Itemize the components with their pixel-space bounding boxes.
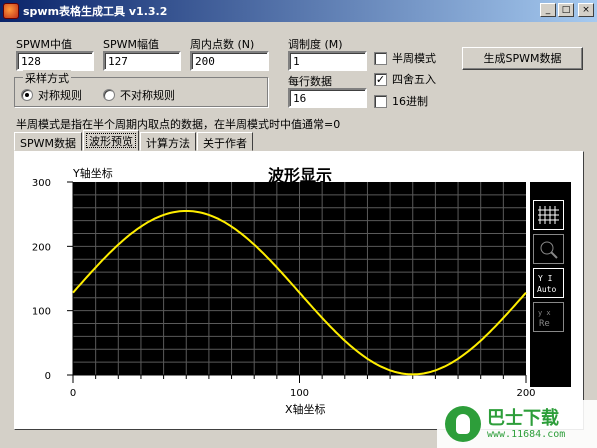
asym-radio[interactable]: 不对称规则 (103, 87, 175, 103)
zoom-icon[interactable] (533, 234, 564, 264)
minimize-button[interactable]: _ (540, 3, 556, 17)
perline-field[interactable]: 16 (288, 88, 367, 108)
generate-button[interactable]: 生成SPWM数据 (462, 47, 583, 70)
close-button[interactable]: × (578, 3, 594, 17)
svg-text:Re: Re (539, 319, 550, 329)
sym-radio[interactable]: 对称规则 (21, 87, 82, 103)
sampling-legend: 采样方式 (23, 70, 71, 86)
y-reset-icon[interactable]: y x Re (533, 302, 564, 332)
asym-radio-dot (103, 89, 115, 101)
watermark-title: 巴士下载 (487, 407, 559, 429)
tab-about-author[interactable]: 关于作者 (196, 132, 253, 151)
round-checkbox[interactable]: ✓ 四舍五入 (374, 71, 436, 87)
maximize-button[interactable]: □ (558, 3, 574, 17)
waveform-chart: 0 100 200 300 0 100 200 (32, 178, 536, 399)
amp-field[interactable]: 127 (103, 51, 181, 71)
tab-spwm-data[interactable]: SPWM数据 (14, 132, 82, 151)
asym-radio-label: 不对称规则 (120, 89, 175, 102)
hint-text: 半周模式是指在半个周期内取点的数据，在半周模式时中值通常=0 (16, 118, 341, 131)
tab-bar: SPWM数据 波形预览 计算方法 关于作者 (14, 130, 254, 151)
half-mode-box (374, 51, 387, 65)
mod-field[interactable]: 1 (288, 51, 367, 71)
round-label: 四舍五入 (392, 73, 436, 86)
half-mode-checkbox[interactable]: 半周模式 (374, 50, 436, 66)
hex-label: 16进制 (392, 95, 428, 108)
x-tick-label: 0 (70, 388, 76, 399)
watermark: 巴士下载 www.11684.com (437, 400, 597, 448)
y-auto-icon[interactable]: Y I Auto (533, 268, 564, 298)
points-label: 周内点数 (N) (190, 38, 255, 51)
tab-calc-method[interactable]: 计算方法 (139, 132, 196, 151)
points-field[interactable]: 200 (190, 51, 269, 71)
y-tick-label: 100 (32, 307, 51, 318)
mod-label: 调制度 (M) (288, 38, 343, 51)
sym-radio-label: 对称规则 (38, 89, 82, 102)
svg-text:Auto: Auto (537, 285, 556, 294)
waveform-panel: 波形显示 Y轴坐标 X轴坐标 0 100 200 300 0 100 200 Y I Auto… (14, 151, 584, 430)
chart-toolbar: Y I Auto y x Re (530, 182, 571, 387)
y-tick-label: 200 (32, 242, 51, 253)
grid-icon[interactable] (533, 200, 564, 230)
tab-waveform-preview[interactable]: 波形预览 (82, 130, 139, 151)
sym-radio-dot (21, 89, 33, 101)
y-tick-label: 300 (32, 178, 51, 189)
svg-text:y x: y x (538, 309, 551, 317)
window-title: spwm表格生成工具 v1.3.2 (23, 5, 168, 18)
app-icon (3, 3, 19, 19)
svg-text:Y I: Y I (538, 274, 553, 283)
half-mode-label: 半周模式 (392, 52, 436, 65)
perline-label: 每行数据 (288, 75, 332, 88)
watermark-logo-icon (445, 406, 481, 442)
y-tick-label: 0 (45, 371, 51, 382)
x-tick-label: 200 (516, 388, 535, 399)
amp-label: SPWM幅值 (103, 38, 159, 51)
title-bar: spwm表格生成工具 v1.3.2 _ □ × (0, 0, 597, 22)
center-field[interactable]: 128 (16, 51, 94, 71)
sampling-group: 采样方式 对称规则 不对称规则 (14, 70, 268, 107)
x-tick-label: 100 (290, 388, 309, 399)
round-box: ✓ (374, 72, 387, 86)
hex-checkbox[interactable]: 16进制 (374, 93, 428, 109)
hex-box (374, 94, 387, 108)
watermark-url: www.11684.com (487, 428, 566, 440)
center-label: SPWM中值 (16, 38, 72, 51)
